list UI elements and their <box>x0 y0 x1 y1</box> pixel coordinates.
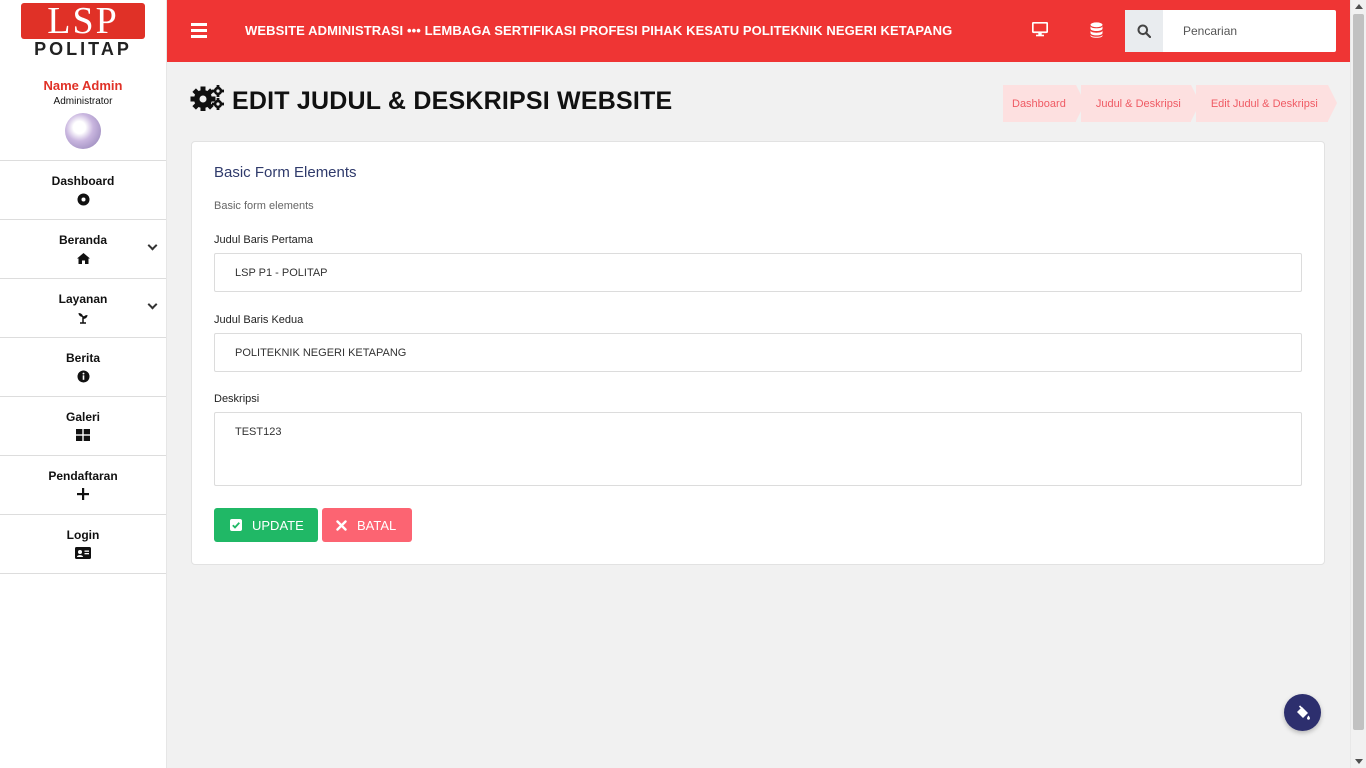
search-input[interactable] <box>1163 10 1336 52</box>
cogs-icon <box>190 84 224 118</box>
app-title: WEBSITE ADMINISTRASI ••• LEMBAGA SERTIFI… <box>245 23 953 38</box>
card-subtitle: Basic form elements <box>214 200 314 212</box>
check-square-icon <box>230 519 242 531</box>
form-card: Basic Form Elements Basic form elements … <box>191 141 1325 565</box>
user-role: Administrator <box>53 96 113 107</box>
monitor-icon[interactable] <box>1031 21 1049 42</box>
sidebar-item-label: Dashboard <box>51 174 115 188</box>
field-label-judul-pertama: Judul Baris Pertama <box>214 234 314 246</box>
sidebar: LSP POLITAP Name Admin Administrator Das… <box>0 0 167 768</box>
breadcrumb-item-dashboard[interactable]: Dashboard <box>1003 85 1085 122</box>
sidebar-item-dashboard[interactable]: Dashboard <box>0 161 166 220</box>
update-button[interactable]: UPDATE <box>214 508 318 542</box>
breadcrumb-item-edit[interactable]: Edit Judul & Deskripsi <box>1195 85 1337 122</box>
info-icon <box>77 369 90 383</box>
paint-bucket-icon <box>1295 704 1311 721</box>
chevron-down-icon <box>147 299 158 310</box>
logo-text-bottom: POLITAP <box>34 39 132 59</box>
top-bar: WEBSITE ADMINISTRASI ••• LEMBAGA SERTIFI… <box>167 0 1350 62</box>
scrollbar-thumb[interactable] <box>1353 14 1364 730</box>
chevron-down-icon <box>147 240 158 251</box>
breadcrumb-item-judul-deskripsi[interactable]: Judul & Deskripsi <box>1080 85 1200 122</box>
grid-icon <box>76 428 90 442</box>
sidebar-item-label: Layanan <box>58 292 108 306</box>
cancel-button-label: BATAL <box>357 517 397 533</box>
theme-customizer-button[interactable] <box>1284 694 1321 731</box>
judul-baris-kedua-input[interactable] <box>214 333 1302 372</box>
sidebar-item-pendaftaran[interactable]: Pendaftaran <box>0 456 166 515</box>
sidebar-item-galeri[interactable]: Galeri <box>0 397 166 456</box>
plus-icon <box>77 487 89 501</box>
field-label-judul-kedua: Judul Baris Kedua <box>214 314 304 326</box>
sidebar-nav: Dashboard Beranda Layanan Berita Galeri … <box>0 160 166 574</box>
menu-toggle-icon[interactable] <box>191 23 207 38</box>
database-icon[interactable] <box>1090 22 1103 43</box>
deskripsi-textarea[interactable]: TEST123 <box>214 412 1302 486</box>
sidebar-item-login[interactable]: Login <box>0 515 166 574</box>
sidebar-item-label: Beranda <box>58 233 108 247</box>
user-name: Name Admin <box>43 78 123 93</box>
logo[interactable]: LSP POLITAP <box>0 0 166 62</box>
page-title: EDIT JUDUL & DESKRIPSI WEBSITE <box>190 84 672 118</box>
search-icon[interactable] <box>1125 10 1163 52</box>
sidebar-item-label: Pendaftaran <box>48 469 118 483</box>
update-button-label: UPDATE <box>252 517 304 533</box>
sidebar-item-label: Galeri <box>65 410 101 424</box>
scroll-up-arrow-icon[interactable] <box>1355 4 1363 9</box>
field-label-deskripsi: Deskripsi <box>214 393 260 405</box>
sidebar-item-layanan[interactable]: Layanan <box>0 279 166 338</box>
avatar[interactable] <box>65 113 101 149</box>
cancel-button[interactable]: BATAL <box>322 508 412 542</box>
home-icon <box>76 251 91 265</box>
close-icon <box>336 519 347 531</box>
logo-text-top: LSP <box>21 2 145 40</box>
sidebar-item-label: Berita <box>65 351 100 365</box>
card-title: Basic Form Elements <box>214 164 357 181</box>
search-box <box>1125 10 1336 52</box>
scroll-down-arrow-icon[interactable] <box>1355 759 1363 764</box>
sidebar-item-beranda[interactable]: Beranda <box>0 220 166 279</box>
sidebar-item-label: Login <box>66 528 100 542</box>
seedling-icon <box>77 310 89 324</box>
page-title-text: EDIT JUDUL & DESKRIPSI WEBSITE <box>232 86 673 115</box>
breadcrumb: Dashboard Judul & Deskripsi Edit Judul &… <box>1003 85 1337 122</box>
id-card-icon <box>75 546 91 560</box>
page-scrollbar[interactable] <box>1350 0 1366 768</box>
dashboard-icon <box>77 192 90 206</box>
user-panel: Name Admin Administrator <box>0 62 166 160</box>
sidebar-item-berita[interactable]: Berita <box>0 338 166 397</box>
judul-baris-pertama-input[interactable] <box>214 253 1302 292</box>
